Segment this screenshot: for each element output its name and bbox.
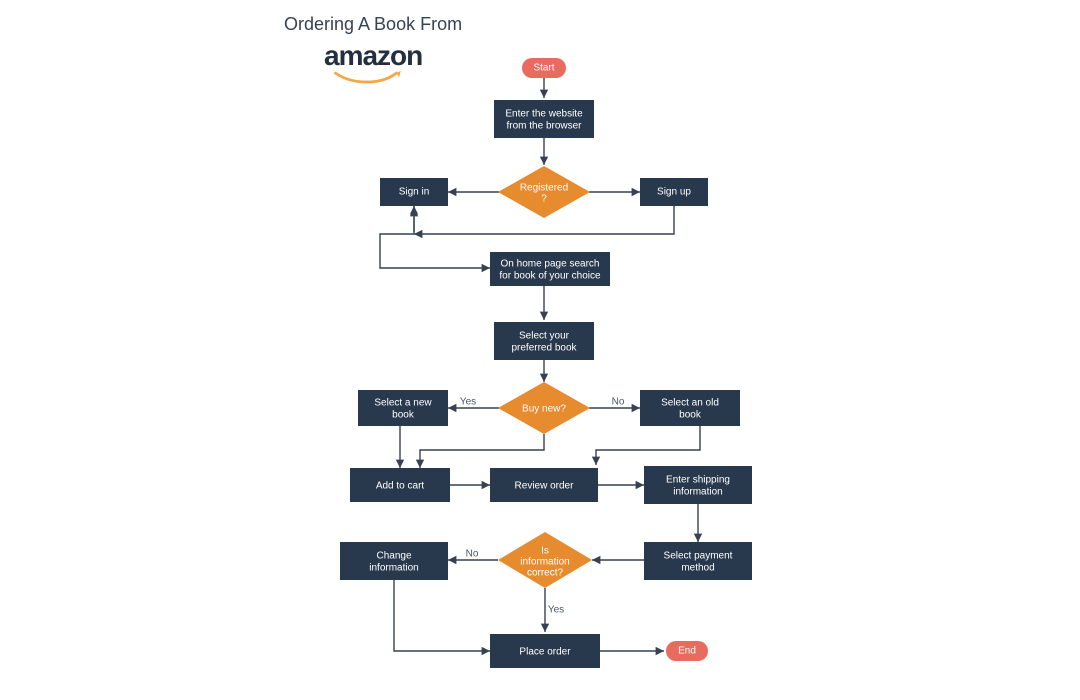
svg-text:Sign in: Sign in [399,187,430,198]
svg-text:from the browser: from the browser [506,121,582,132]
decision-info-correct: Is information correct? [498,532,592,588]
svg-text:Select a new: Select a new [374,398,432,409]
process-sign-up: Sign up [640,178,708,206]
svg-text:information: information [520,557,569,568]
process-enter-shipping: Enter shipping information [644,466,752,504]
svg-text:Start: Start [533,63,554,74]
svg-text:Change: Change [376,551,411,562]
svg-text:information: information [673,487,722,498]
process-add-to-cart: Add to cart [350,468,450,502]
svg-text:Buy new?: Buy new? [522,404,566,415]
svg-text:Place order: Place order [519,647,571,658]
edge-label-no-1: No [612,397,625,408]
svg-text:Is: Is [541,546,549,557]
terminal-start: Start [522,58,566,78]
svg-text:method: method [681,563,714,574]
svg-text:Enter the website: Enter the website [505,109,583,120]
svg-text:for book of your choice: for book of your choice [499,271,601,282]
decision-registered: Registered ? [498,166,590,218]
svg-text:book: book [392,410,415,421]
svg-text:On home page search: On home page search [501,259,600,270]
process-select-old-book: Select an old book [640,390,740,426]
svg-text:Enter shipping: Enter shipping [666,475,730,486]
process-select-payment: Select payment method [644,542,752,580]
edge-label-no-2: No [466,549,479,560]
process-review-order: Review order [490,468,598,502]
process-select-new-book: Select a new book [358,390,448,426]
flowchart: Yes No No Yes Start Enter the website fr… [0,0,1080,700]
process-place-order: Place order [490,634,600,668]
svg-text:preferred book: preferred book [511,343,577,354]
svg-text:End: End [678,646,696,657]
svg-text:Add to cart: Add to cart [376,481,425,492]
process-search-book: On home page search for book of your cho… [490,252,610,286]
process-change-information: Change information [340,542,448,580]
svg-text:correct?: correct? [527,568,564,579]
terminal-end: End [666,641,708,661]
edge-label-yes-1: Yes [460,397,476,408]
process-enter-website: Enter the website from the browser [494,100,594,138]
svg-text:information: information [369,563,418,574]
svg-text:Select payment: Select payment [664,551,733,562]
svg-text:?: ? [541,194,547,205]
svg-text:Select an old: Select an old [661,398,719,409]
edge-label-yes-2: Yes [548,605,564,616]
svg-text:Review order: Review order [515,481,575,492]
process-select-preferred: Select your preferred book [494,322,594,360]
decision-buy-new: Buy new? [498,382,590,434]
svg-text:Registered: Registered [520,183,568,194]
svg-text:book: book [679,410,702,421]
svg-text:Sign up: Sign up [657,187,691,198]
svg-text:Select your: Select your [519,331,570,342]
process-sign-in: Sign in [380,178,448,206]
